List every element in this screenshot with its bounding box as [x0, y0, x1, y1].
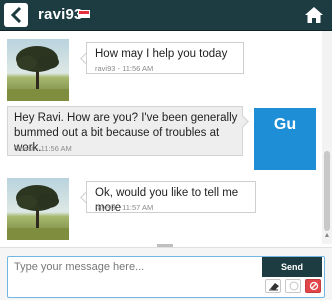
block-icon [309, 281, 319, 291]
avatar [7, 178, 69, 240]
block-button[interactable] [305, 279, 321, 293]
message-bubble-guest: Hey Ravi. How are you? I've been general… [7, 106, 243, 156]
home-icon [305, 7, 323, 23]
chat-username: ravi93 [38, 6, 83, 23]
avatar [7, 39, 69, 101]
message-text: How may I help you today [95, 48, 228, 60]
tree-image [7, 185, 69, 240]
scrollbar-thumb[interactable] [324, 151, 330, 231]
emoji-icon [289, 281, 299, 291]
scrollbar[interactable]: ▲ [322, 31, 332, 244]
home-button[interactable] [304, 5, 324, 25]
message-input[interactable] [14, 261, 254, 291]
tree-image [7, 46, 69, 101]
flag-icon [78, 10, 90, 18]
message-bubble: How may I help you today ravi93 - 11:56 … [86, 42, 244, 74]
guest-avatar: Gu [254, 108, 316, 170]
send-button[interactable]: Send [262, 257, 322, 277]
message-bubble: Ok, would you like to tell me more ravi9… [86, 181, 256, 214]
back-button[interactable] [4, 3, 28, 27]
top-bar: ravi93 [0, 0, 332, 31]
message-meta: Guest - 11:56 AM [14, 144, 72, 153]
scroll-up-icon[interactable]: ▲ [323, 231, 331, 241]
message-meta: ravi93 - 11:56 AM [95, 64, 154, 73]
clear-button[interactable] [265, 279, 281, 293]
message-meta: ravi93 - 11:57 AM [95, 203, 154, 212]
chevron-left-icon [10, 7, 22, 23]
emoji-button[interactable] [285, 279, 301, 293]
eraser-icon [269, 283, 279, 291]
chat-message-list[interactable]: How may I help you today ravi93 - 11:56 … [0, 31, 332, 244]
